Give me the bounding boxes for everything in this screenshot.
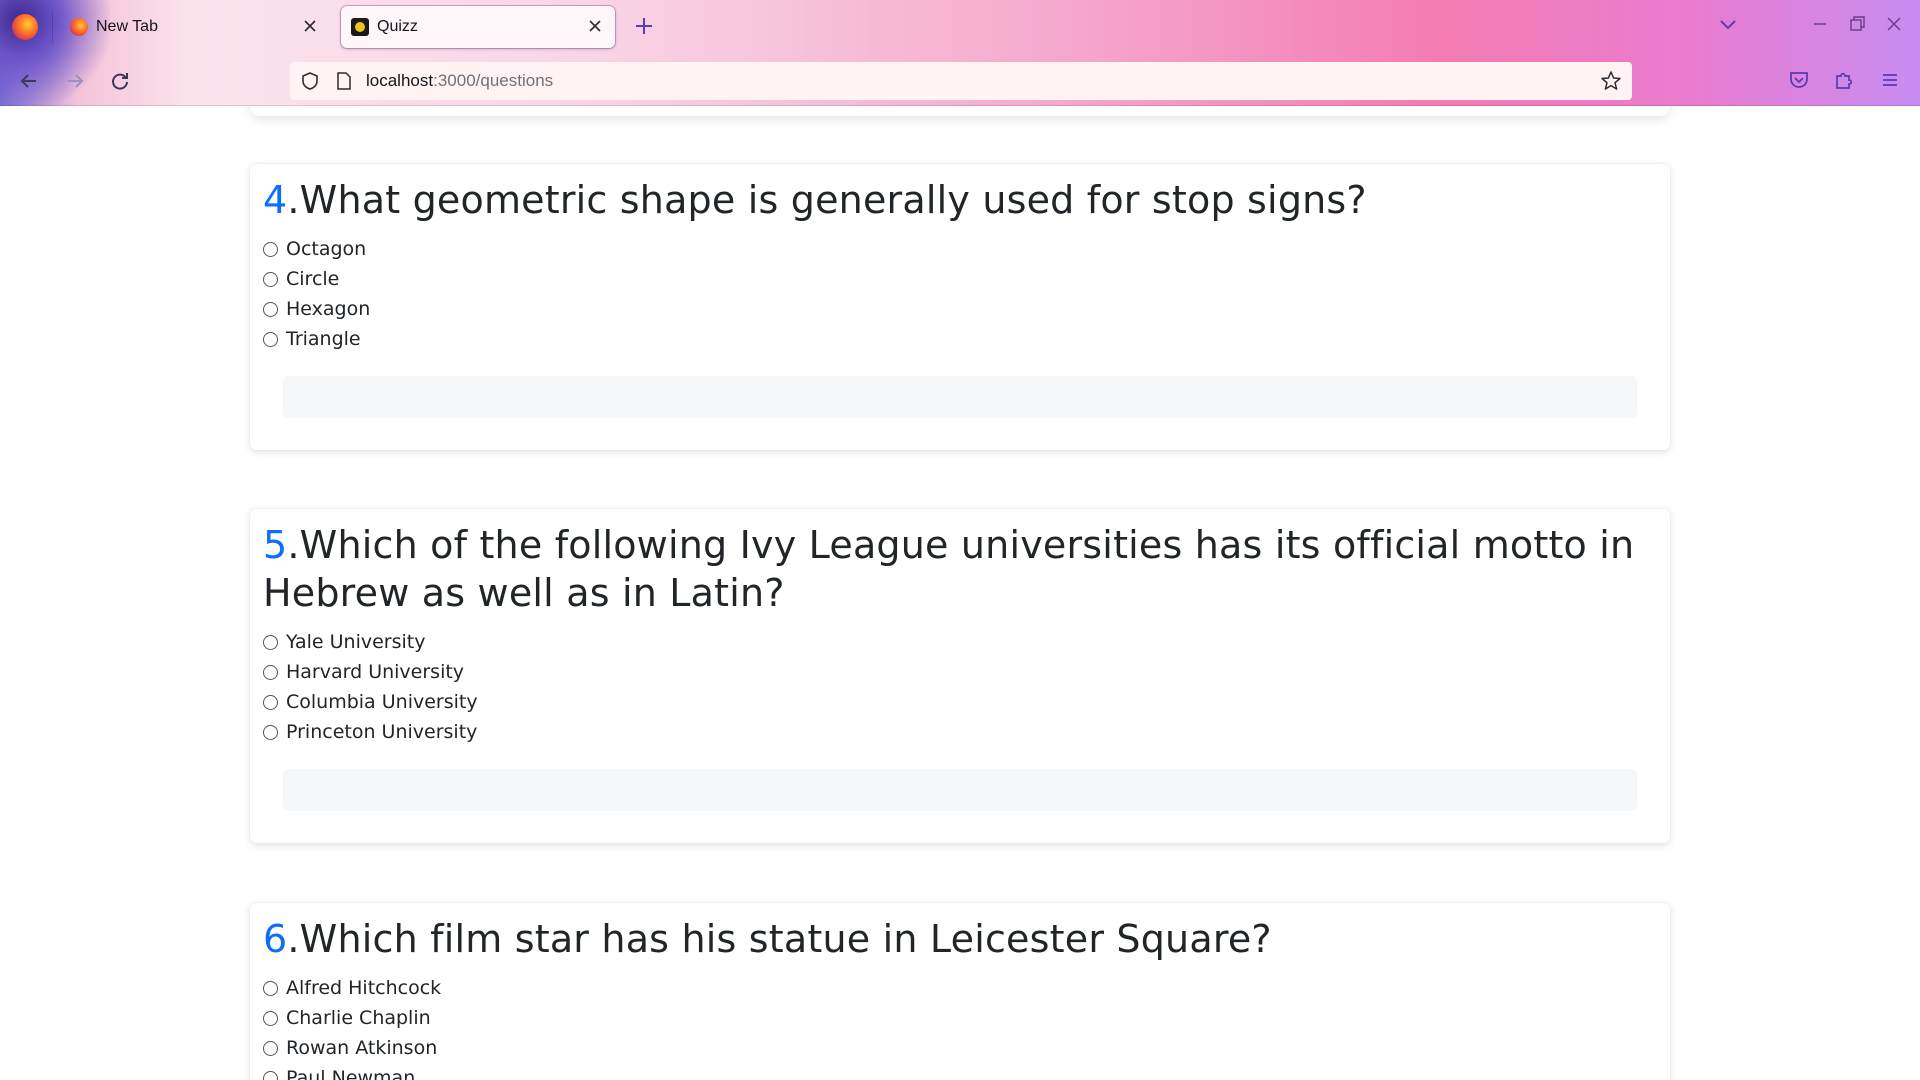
option-label: Triangle [286,328,361,350]
question-text: .Which film star has his statue in Leice… [287,917,1272,961]
quizz-favicon-icon [351,18,369,36]
firefox-logo-icon [70,18,88,36]
answer-feedback-box [283,769,1637,811]
radio-button[interactable] [263,724,278,740]
question-title: 6.Which film star has his statue in Leic… [263,915,1657,963]
firefox-logo-icon[interactable] [12,14,38,40]
plus-icon[interactable] [630,12,658,40]
option-label: Paul Newman [286,1067,416,1080]
answer-option[interactable]: Harvard University [263,657,1657,687]
radio-button[interactable] [263,301,278,317]
answer-options: Alfred Hitchcock Charlie Chaplin Rowan A… [263,973,1657,1080]
radio-button[interactable] [263,980,278,996]
question-card: 5.Which of the following Ivy League univ… [250,509,1670,843]
option-label: Circle [286,268,340,290]
question-number: 6 [263,917,288,961]
option-label: Alfred Hitchcock [286,977,442,999]
radio-button[interactable] [263,1070,278,1080]
tab-separator [52,10,53,44]
tab-title: Quizz [377,18,418,35]
arrow-left-icon[interactable] [14,66,44,96]
browser-chrome: New Tab Quizz localhost:3000/questions [0,0,1920,106]
url-bar[interactable]: localhost:3000/questions [290,62,1632,100]
option-label: Columbia University [286,691,478,713]
window-close-icon[interactable] [1882,12,1906,36]
answer-option[interactable]: Columbia University [263,687,1657,717]
tab-quizz[interactable]: Quizz [341,6,615,48]
answer-option[interactable]: Triangle [263,324,1657,354]
question-text: .What geometric shape is generally used … [287,178,1367,222]
radio-button[interactable] [263,241,278,257]
answer-option[interactable]: Hexagon [263,294,1657,324]
answer-options: Octagon Circle Hexagon Triangle [263,234,1657,354]
star-icon[interactable] [1600,70,1622,92]
question-card: 6.Which film star has his statue in Leic… [250,903,1670,1080]
arrow-right-icon[interactable] [60,66,90,96]
answer-option[interactable]: Alfred Hitchcock [263,973,1657,1003]
answer-option[interactable]: Rowan Atkinson [263,1033,1657,1063]
question-number: 4 [263,178,288,222]
page-content: 4.What geometric shape is generally used… [0,106,1920,1080]
reload-icon[interactable] [105,66,135,96]
radio-button[interactable] [263,1010,278,1026]
chevron-down-icon[interactable] [1716,12,1740,36]
url-text[interactable]: localhost:3000/questions [366,71,553,91]
minimize-icon[interactable] [1808,12,1832,36]
option-label: Octagon [286,238,367,260]
option-label: Yale University [286,631,426,653]
answer-option[interactable]: Princeton University [263,717,1657,747]
tab-new-tab[interactable]: New Tab [60,6,330,48]
radio-button[interactable] [263,271,278,287]
option-label: Hexagon [286,298,371,320]
shield-icon[interactable] [300,71,320,91]
option-label: Princeton University [286,721,478,743]
hamburger-icon[interactable] [1876,66,1904,94]
answer-option[interactable]: Yale University [263,627,1657,657]
close-icon[interactable] [585,16,605,36]
answer-option[interactable]: Octagon [263,234,1657,264]
url-path: :3000/questions [433,71,554,90]
question-title: 5.Which of the following Ivy League univ… [263,521,1657,617]
answer-option[interactable]: Circle [263,264,1657,294]
option-label: Rowan Atkinson [286,1037,438,1059]
tab-title: New Tab [96,18,158,35]
previous-card-edge [250,106,1670,116]
radio-button[interactable] [263,634,278,650]
question-title: 4.What geometric shape is generally used… [263,176,1657,224]
answer-feedback-box [283,376,1637,418]
radio-button[interactable] [263,664,278,680]
puzzle-icon[interactable] [1830,66,1858,94]
pocket-icon[interactable] [1785,66,1813,94]
answer-option[interactable]: Paul Newman [263,1063,1657,1080]
question-text: .Which of the following Ivy League unive… [263,523,1635,615]
radio-button[interactable] [263,1040,278,1056]
option-label: Charlie Chaplin [286,1007,431,1029]
radio-button[interactable] [263,694,278,710]
url-host: localhost [366,71,434,90]
question-number: 5 [263,523,288,567]
answer-option[interactable]: Charlie Chaplin [263,1003,1657,1033]
tab-bar: New Tab Quizz [0,0,1920,54]
option-label: Harvard University [286,661,465,683]
question-card: 4.What geometric shape is generally used… [250,164,1670,450]
restore-icon[interactable] [1845,12,1869,36]
page-icon[interactable] [336,71,352,91]
close-icon[interactable] [300,16,320,36]
radio-button[interactable] [263,331,278,347]
answer-options: Yale University Harvard University Colum… [263,627,1657,747]
navigation-toolbar: localhost:3000/questions [0,54,1920,106]
